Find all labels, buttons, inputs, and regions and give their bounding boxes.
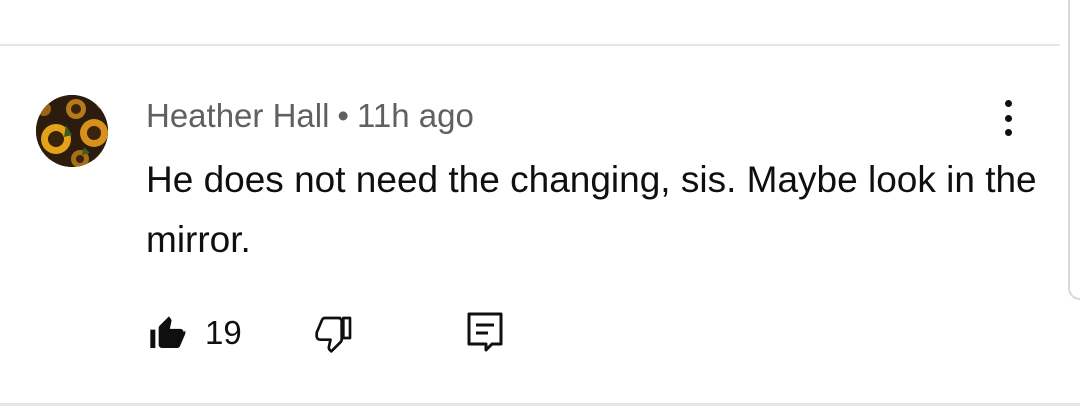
more-vert-icon-dot [1004,114,1012,122]
more-options-button[interactable] [990,98,1026,138]
comment-text: He does not need the changing, sis. Mayb… [146,159,1037,260]
avatar[interactable] [36,95,108,167]
like-count: 19 [205,314,242,351]
thumb-down-icon [315,316,352,353]
more-vert-icon-dot [1004,100,1012,107]
comment-meta: Heather Hall • 11h ago [146,95,474,137]
more-vert-icon-dot [1004,129,1012,136]
top-divider [0,44,1060,46]
thumb-up-icon [150,316,186,348]
author-name[interactable]: Heather Hall [146,97,329,134]
reply-button[interactable] [466,311,504,353]
like-button[interactable] [146,313,188,353]
dislike-button[interactable] [314,313,356,353]
bottom-divider [0,403,1080,406]
sunflower-avatar-image [36,95,108,167]
comment-time: 11h ago [356,97,474,134]
meta-separator: • [337,97,349,134]
scroll-edge [1068,0,1080,300]
reply-comment-icon [467,312,503,352]
